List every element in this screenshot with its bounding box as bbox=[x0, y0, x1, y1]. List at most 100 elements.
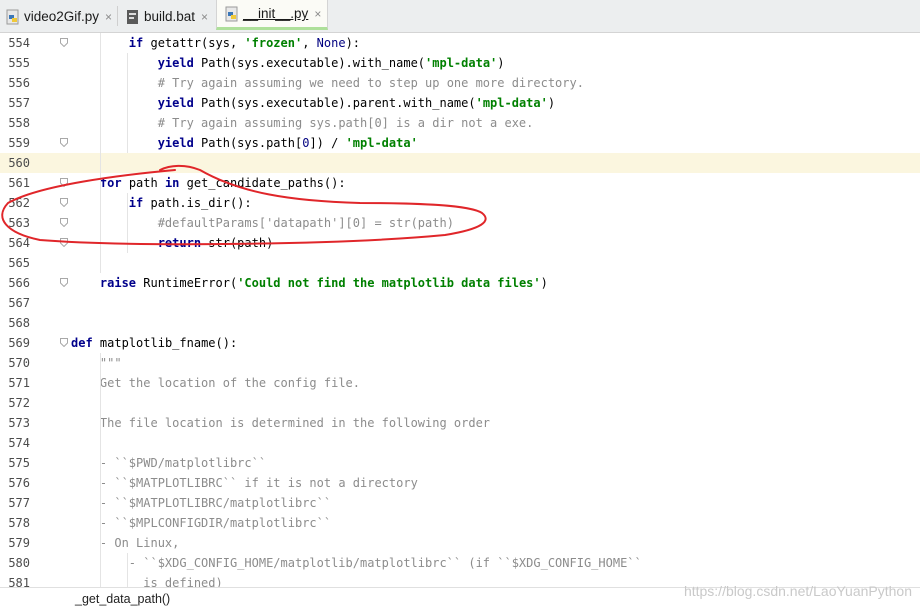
code-text: raise RuntimeError('Could not find the m… bbox=[99, 276, 548, 290]
fold-marker-icon[interactable] bbox=[60, 178, 68, 187]
code-line[interactable]: 564 return str(path) bbox=[0, 233, 920, 253]
code-line[interactable]: 577 - ``$MATPLOTLIBRC/matplotlibrc`` bbox=[0, 493, 920, 513]
code-line[interactable]: 557 yield Path(sys.executable).parent.wi… bbox=[0, 93, 920, 113]
code-line[interactable]: 567 bbox=[0, 293, 920, 313]
code-line[interactable]: 571 Get the location of the config file. bbox=[0, 373, 920, 393]
line-number: 577 bbox=[8, 496, 30, 510]
code-text: - On Linux, bbox=[99, 536, 180, 550]
code-line[interactable]: 558 # Try again assuming sys.path[0] is … bbox=[0, 113, 920, 133]
tab-label: build.bat bbox=[144, 9, 196, 24]
code-line[interactable]: 574 bbox=[0, 433, 920, 453]
line-number: 580 bbox=[8, 556, 30, 570]
fold-marker-icon[interactable] bbox=[60, 138, 68, 147]
line-number: 575 bbox=[8, 456, 30, 470]
code-line[interactable]: 560 bbox=[0, 153, 920, 173]
code-text: is defined) bbox=[143, 576, 223, 587]
line-number: 574 bbox=[8, 436, 30, 450]
python-file-icon bbox=[6, 9, 20, 25]
line-number: 560 bbox=[8, 156, 30, 170]
code-text: if path.is_dir(): bbox=[128, 196, 252, 210]
code-text: for path in get_candidate_paths(): bbox=[99, 176, 346, 190]
watermark: https://blog.csdn.net/LaoYuanPython bbox=[683, 583, 912, 599]
code-line[interactable]: 566 raise RuntimeError('Could not find t… bbox=[0, 273, 920, 293]
close-icon[interactable]: × bbox=[201, 10, 208, 24]
line-number: 559 bbox=[8, 136, 30, 150]
line-number: 558 bbox=[8, 116, 30, 130]
tab-init-py[interactable]: __init__.py × bbox=[216, 0, 329, 30]
code-line[interactable]: 556 # Try again assuming we need to step… bbox=[0, 73, 920, 93]
indent-guide bbox=[127, 553, 128, 587]
code-line[interactable]: 569 def matplotlib_fname(): bbox=[0, 333, 920, 353]
line-number: 554 bbox=[8, 36, 30, 50]
code-text: yield Path(sys.executable).with_name('mp… bbox=[157, 56, 505, 70]
python-file-icon bbox=[225, 6, 239, 22]
line-number: 562 bbox=[8, 196, 30, 210]
line-number: 555 bbox=[8, 56, 30, 70]
line-number: 578 bbox=[8, 516, 30, 530]
line-number: 571 bbox=[8, 376, 30, 390]
fold-marker-icon[interactable] bbox=[60, 218, 68, 227]
line-number: 573 bbox=[8, 416, 30, 430]
line-number: 569 bbox=[8, 336, 30, 350]
code-line[interactable]: 576 - ``$MATPLOTLIBRC`` if it is not a d… bbox=[0, 473, 920, 493]
line-number: 566 bbox=[8, 276, 30, 290]
code-text: - ``$MATPLOTLIBRC`` if it is not a direc… bbox=[99, 476, 418, 490]
line-number: 576 bbox=[8, 476, 30, 490]
code-line[interactable]: 562 if path.is_dir(): bbox=[0, 193, 920, 213]
tab-video2gif[interactable]: video2Gif.py × bbox=[6, 0, 112, 33]
code-line[interactable]: 568 bbox=[0, 313, 920, 333]
code-text: yield Path(sys.executable).parent.with_n… bbox=[157, 96, 556, 110]
fold-marker-icon[interactable] bbox=[60, 278, 68, 287]
code-line[interactable]: 565 bbox=[0, 253, 920, 273]
code-line[interactable]: 554 if getattr(sys, 'frozen', None): bbox=[0, 33, 920, 53]
code-line[interactable]: 570 """ bbox=[0, 353, 920, 373]
indent-guide bbox=[127, 53, 128, 153]
line-number: 581 bbox=[8, 576, 30, 587]
indent-guide bbox=[127, 193, 128, 253]
code-line[interactable]: 575 - ``$PWD/matplotlibrc`` bbox=[0, 453, 920, 473]
code-line[interactable]: 579 - On Linux, bbox=[0, 533, 920, 553]
indent-guide bbox=[100, 353, 101, 587]
tab-build-bat[interactable]: build.bat × bbox=[126, 0, 208, 33]
code-text: - ``$XDG_CONFIG_HOME/matplotlib/matplotl… bbox=[128, 556, 642, 570]
line-number: 572 bbox=[8, 396, 30, 410]
line-number: 565 bbox=[8, 256, 30, 270]
close-icon[interactable]: × bbox=[105, 10, 112, 24]
line-number: 557 bbox=[8, 96, 30, 110]
code-text: def matplotlib_fname(): bbox=[71, 336, 238, 350]
fold-marker-icon[interactable] bbox=[60, 338, 68, 347]
fold-marker-icon[interactable] bbox=[60, 38, 68, 47]
breadcrumb[interactable]: _get_data_path() bbox=[75, 592, 170, 606]
code-text: if getattr(sys, 'frozen', None): bbox=[128, 36, 361, 50]
code-editor[interactable]: 554 if getattr(sys, 'frozen', None): 555 … bbox=[0, 33, 920, 587]
code-line[interactable]: 572 bbox=[0, 393, 920, 413]
close-icon[interactable]: × bbox=[314, 7, 321, 21]
code-text: # Try again assuming sys.path[0] is a di… bbox=[157, 116, 534, 130]
line-number: 561 bbox=[8, 176, 30, 190]
code-text: Get the location of the config file. bbox=[99, 376, 360, 390]
code-text: """ bbox=[99, 356, 122, 370]
code-text: - ``$MATPLOTLIBRC/matplotlibrc`` bbox=[99, 496, 332, 510]
fold-marker-icon[interactable] bbox=[60, 238, 68, 247]
code-text: # Try again assuming we need to step up … bbox=[157, 76, 584, 90]
fold-marker-icon[interactable] bbox=[60, 198, 68, 207]
code-line[interactable]: 580 - ``$XDG_CONFIG_HOME/matplotlib/matp… bbox=[0, 553, 920, 573]
batch-file-icon bbox=[126, 9, 140, 25]
line-number: 579 bbox=[8, 536, 30, 550]
code-line[interactable]: 563 #defaultParams['datapath'][0] = str(… bbox=[0, 213, 920, 233]
code-line[interactable]: 578 - ``$MPLCONFIGDIR/matplotlibrc`` bbox=[0, 513, 920, 533]
line-number: 568 bbox=[8, 316, 30, 330]
indent-guide bbox=[100, 33, 101, 273]
line-number: 563 bbox=[8, 216, 30, 230]
line-number: 564 bbox=[8, 236, 30, 250]
line-number: 570 bbox=[8, 356, 30, 370]
tab-divider bbox=[117, 6, 118, 26]
code-line[interactable]: 573 The file location is determined in t… bbox=[0, 413, 920, 433]
code-text: #defaultParams['datapath'][0] = str(path… bbox=[157, 216, 454, 230]
editor-tab-bar: video2Gif.py × build.bat × __init__.py × bbox=[0, 0, 920, 33]
code-text: The file location is determined in the f… bbox=[99, 416, 491, 430]
code-line[interactable]: 555 yield Path(sys.executable).with_name… bbox=[0, 53, 920, 73]
tab-label: __init__.py bbox=[243, 6, 309, 21]
code-line[interactable]: 559 yield Path(sys.path[0]) / 'mpl-data' bbox=[0, 133, 920, 153]
code-line[interactable]: 561 for path in get_candidate_paths(): bbox=[0, 173, 920, 193]
